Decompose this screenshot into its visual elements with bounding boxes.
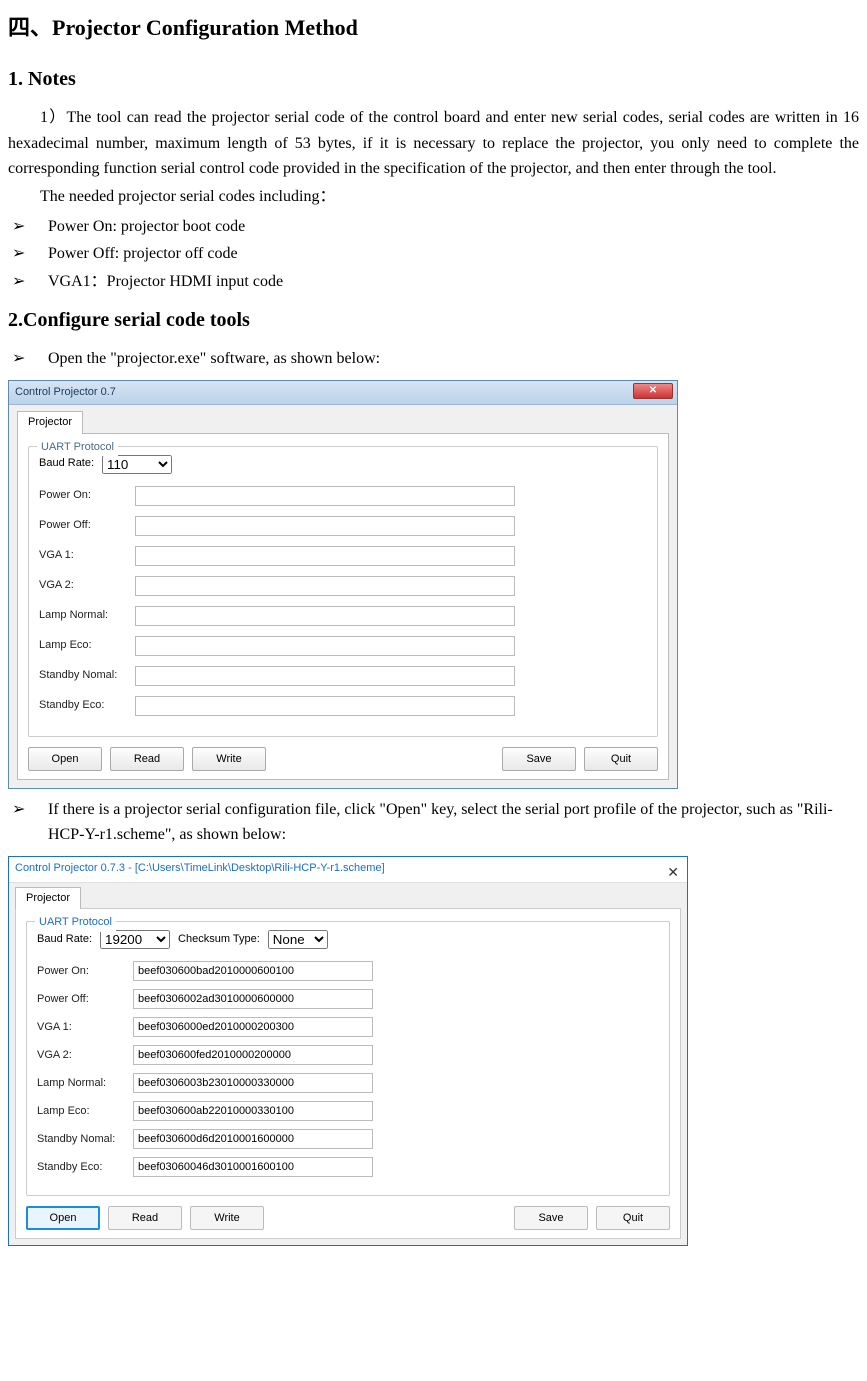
read-button[interactable]: Read (108, 1206, 182, 1230)
button-bar: Open Read Write Save Quit (26, 1206, 670, 1230)
section-heading-tools: 2.Configure serial code tools (8, 304, 859, 336)
vga1-input[interactable] (133, 1017, 373, 1037)
tab-content: UART Protocol Baud Rate: 19200 Checksum … (15, 908, 681, 1239)
vga1-label: VGA 1: (39, 547, 135, 565)
bullet-item: If there is a projector serial configura… (8, 797, 859, 848)
vga2-label: VGA 2: (39, 577, 135, 595)
standby-eco-label: Standby Eco: (39, 697, 135, 715)
button-bar: Open Read Write Save Quit (28, 747, 658, 771)
vga2-label: VGA 2: (37, 1047, 133, 1065)
lamp-eco-input[interactable] (133, 1101, 373, 1121)
checksum-label: Checksum Type: (178, 931, 260, 949)
lamp-eco-label: Lamp Eco: (39, 637, 135, 655)
close-icon: ✕ (649, 383, 657, 399)
standby-normal-input[interactable] (135, 666, 515, 686)
standby-normal-label: Standby Nomal: (37, 1131, 133, 1149)
app-window-1: Control Projector 0.7 ✕ Projector UART P… (8, 380, 678, 789)
power-on-label: Power On: (39, 487, 135, 505)
power-on-label: Power On: (37, 963, 133, 981)
bullet-list-step2: If there is a projector serial configura… (8, 797, 859, 848)
open-button[interactable]: Open (26, 1206, 100, 1230)
quit-button[interactable]: Quit (584, 747, 658, 771)
baud-label: Baud Rate: (37, 931, 92, 949)
save-button[interactable]: Save (514, 1206, 588, 1230)
standby-normal-input[interactable] (133, 1129, 373, 1149)
close-button[interactable]: ✕ (633, 383, 673, 399)
titlebar[interactable]: Control Projector 0.7 ✕ (9, 381, 677, 405)
power-off-input[interactable] (133, 989, 373, 1009)
tab-content: UART Protocol Baud Rate: 110 Power On: P… (17, 433, 669, 780)
close-button[interactable]: ✕ (667, 861, 679, 883)
vga1-label: VGA 1: (37, 1019, 133, 1037)
write-button[interactable]: Write (192, 747, 266, 771)
lamp-normal-label: Lamp Normal: (39, 607, 135, 625)
save-button[interactable]: Save (502, 747, 576, 771)
quit-button[interactable]: Quit (596, 1206, 670, 1230)
power-on-input[interactable] (135, 486, 515, 506)
standby-normal-label: Standby Nomal: (39, 667, 135, 685)
power-off-label: Power Off: (37, 991, 133, 1009)
close-icon: ✕ (667, 864, 679, 880)
read-button[interactable]: Read (110, 747, 184, 771)
app-window-2: Control Projector 0.7.3 - [C:\Users\Time… (8, 856, 688, 1247)
baud-select[interactable]: 19200 (100, 930, 170, 949)
window-title: Control Projector 0.7 (15, 384, 116, 402)
power-off-input[interactable] (135, 516, 515, 536)
power-off-label: Power Off: (39, 517, 135, 535)
window-body: Projector UART Protocol Baud Rate: 19200… (9, 883, 687, 1246)
vga2-input[interactable] (135, 576, 515, 596)
power-on-input[interactable] (133, 961, 373, 981)
document-heading: 四、Projector Configuration Method (8, 10, 859, 45)
paragraph-intro: 1）The tool can read the projector serial… (8, 105, 859, 182)
standby-eco-input[interactable] (133, 1157, 373, 1177)
standby-eco-label: Standby Eco: (37, 1159, 133, 1177)
vga2-input[interactable] (133, 1045, 373, 1065)
fieldset-legend: UART Protocol (35, 914, 116, 932)
checksum-select[interactable]: None (268, 930, 328, 949)
bullet-item: Open the "projector.exe" software, as sh… (8, 346, 859, 372)
bullet-item: Power Off: projector off code (8, 241, 859, 267)
vga1-input[interactable] (135, 546, 515, 566)
baud-select[interactable]: 110 (102, 455, 172, 474)
lamp-normal-input[interactable] (133, 1073, 373, 1093)
bullet-list-codes: Power On: projector boot code Power Off:… (8, 214, 859, 295)
baud-label: Baud Rate: (39, 455, 94, 473)
tab-projector[interactable]: Projector (15, 887, 81, 910)
titlebar[interactable]: Control Projector 0.7.3 - [C:\Users\Time… (9, 857, 687, 883)
bullet-item: Power On: projector boot code (8, 214, 859, 240)
paragraph-list-intro: The needed projector serial codes includ… (8, 184, 859, 210)
write-button[interactable]: Write (190, 1206, 264, 1230)
lamp-eco-label: Lamp Eco: (37, 1103, 133, 1121)
tab-projector[interactable]: Projector (17, 411, 83, 434)
standby-eco-input[interactable] (135, 696, 515, 716)
lamp-normal-input[interactable] (135, 606, 515, 626)
window-title: Control Projector 0.7.3 - [C:\Users\Time… (15, 860, 385, 878)
bullet-list-step1: Open the "projector.exe" software, as sh… (8, 346, 859, 372)
uart-fieldset: UART Protocol Baud Rate: 19200 Checksum … (26, 921, 670, 1196)
window-body: Projector UART Protocol Baud Rate: 110 P… (9, 405, 677, 788)
bullet-item: VGA1：Projector HDMI input code (8, 269, 859, 295)
fieldset-legend: UART Protocol (37, 439, 118, 457)
uart-fieldset: UART Protocol Baud Rate: 110 Power On: P… (28, 446, 658, 737)
lamp-eco-input[interactable] (135, 636, 515, 656)
lamp-normal-label: Lamp Normal: (37, 1075, 133, 1093)
open-button[interactable]: Open (28, 747, 102, 771)
section-heading-notes: 1. Notes (8, 63, 859, 95)
